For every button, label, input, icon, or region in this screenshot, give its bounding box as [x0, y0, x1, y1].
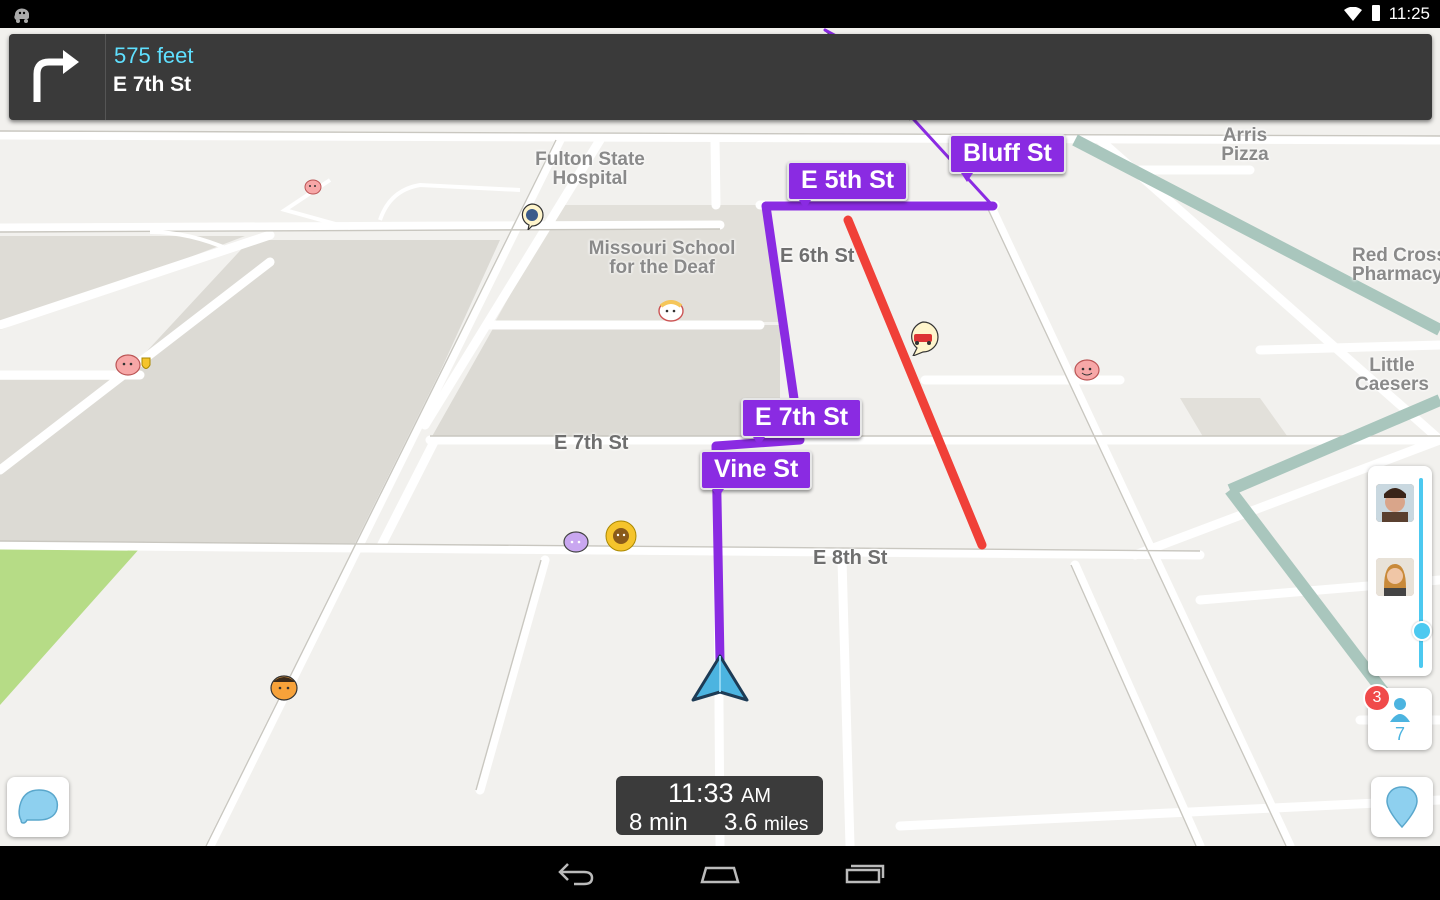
navigation-banner[interactable]: 575 feet E 7th St [9, 34, 1432, 120]
map-view[interactable]: E 6th St E 7th St E 8th St Fulton State … [0, 28, 1440, 846]
friends-panel[interactable] [1368, 466, 1432, 676]
system-navigation-bar [0, 846, 1440, 900]
wazer-icon[interactable] [1073, 358, 1101, 382]
route-tag-bluff-st: Bluff St [949, 134, 1066, 182]
status-bar: 11:25 [0, 0, 1440, 28]
recents-icon[interactable] [843, 860, 887, 891]
report-button[interactable] [7, 777, 69, 837]
turn-right-icon [33, 50, 79, 102]
poi-little-caesers[interactable]: Little Caesers [1352, 356, 1432, 394]
route-tag-e5th-st: E 5th St [787, 161, 909, 209]
zoom-slider-handle[interactable] [1412, 621, 1432, 641]
poi-red-cross-pharmacy[interactable]: Red Cross Pharmacy [1352, 246, 1440, 284]
status-time: 11:25 [1388, 4, 1430, 23]
wazer-shield-icon[interactable] [114, 350, 154, 378]
eta-distance: 3.6 miles [724, 809, 809, 836]
avatar-photo-icon [1376, 558, 1414, 596]
turn-street-name: E 7th St [113, 73, 192, 96]
wazer-sunflower-icon[interactable] [602, 518, 640, 554]
wifi-icon [1344, 6, 1362, 26]
wazer-icon[interactable] [303, 178, 323, 196]
eta-duration: 8 min [629, 809, 688, 836]
friend-avatar[interactable] [1376, 484, 1414, 522]
eta-panel[interactable]: 11:33 AM 8 min 3.6 miles [616, 776, 823, 836]
route-tag-e7th-st: E 7th St [741, 398, 863, 446]
notification-badge: 3 [1363, 684, 1391, 712]
home-icon[interactable] [698, 860, 742, 891]
user-icon [1390, 698, 1410, 722]
arrival-time: 11:33 AM [667, 778, 772, 808]
accident-report-icon[interactable] [905, 320, 941, 356]
friend-avatar[interactable] [1376, 558, 1414, 596]
poi-arris-pizza[interactable]: Arris Pizza [1210, 126, 1280, 164]
location-pin-icon [1386, 786, 1418, 829]
poi-missouri-school-deaf[interactable]: Missouri School for the Deaf [582, 239, 742, 277]
turn-instruction[interactable] [9, 34, 106, 120]
wazer-icon[interactable] [656, 298, 686, 324]
avatar-photo-icon [1376, 484, 1414, 522]
current-position-arrow-icon [691, 654, 749, 702]
turn-distance: 575 feet [114, 43, 194, 68]
wazers-count: 7 [1394, 724, 1405, 744]
back-icon[interactable] [556, 860, 596, 891]
search-destination-button[interactable] [1371, 777, 1433, 837]
wazer-icon[interactable] [561, 530, 591, 554]
poi-fulton-state-hospital[interactable]: Fulton State Hospital [525, 150, 655, 188]
waze-notification-icon [12, 5, 32, 28]
route-tag-vine-st: Vine St [700, 450, 813, 498]
street-label-e6th: E 6th St [780, 245, 855, 267]
police-report-icon[interactable] [518, 202, 546, 230]
battery-icon [1372, 5, 1380, 21]
report-bubble-icon [18, 789, 59, 824]
street-label-e7th: E 7th St [554, 432, 629, 454]
wazer-icon[interactable] [267, 670, 301, 704]
street-label-e8th: E 8th St [813, 547, 888, 569]
